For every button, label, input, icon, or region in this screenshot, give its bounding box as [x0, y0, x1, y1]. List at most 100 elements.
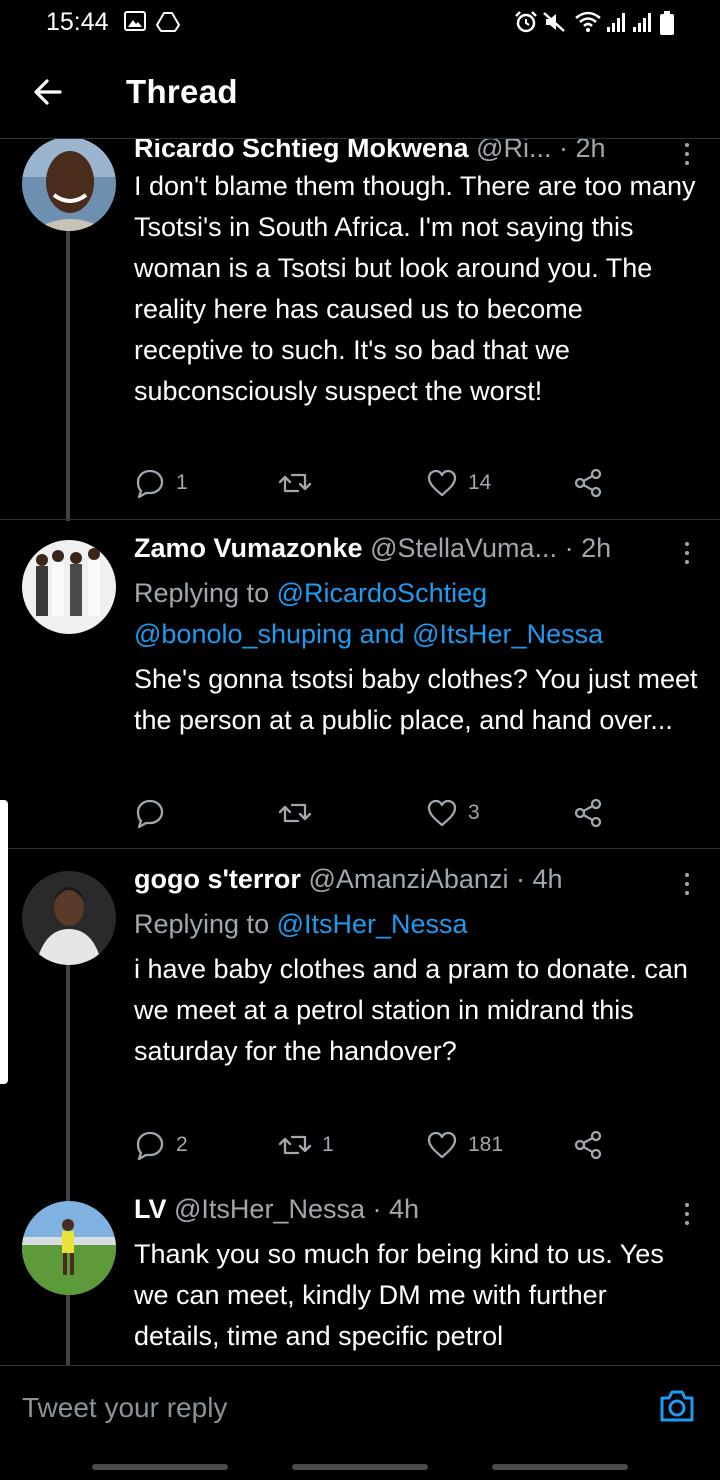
nav-home-button[interactable]: [292, 1464, 428, 1470]
tweet-text: She's gonna tsotsi baby clothes? You jus…: [134, 664, 698, 735]
reply-count: 2: [176, 1133, 188, 1156]
more-options-icon[interactable]: [682, 1203, 692, 1230]
author-handle[interactable]: @Ri...: [476, 139, 551, 163]
avatar[interactable]: [22, 540, 116, 634]
separator-dot: ·: [515, 864, 533, 894]
thread-connector: [66, 1294, 70, 1365]
tweet-header: gogo s'terror @AmanziAbanzi · 4h: [134, 864, 660, 895]
author-name[interactable]: Zamo Vumazonke: [134, 533, 363, 563]
reply-icon: [136, 799, 164, 829]
like-count: 14: [468, 471, 492, 494]
retweet-count: 1: [322, 1133, 334, 1156]
tweet-header: Ricardo Schtieg Mokwena @Ri... · 2h: [134, 139, 660, 164]
mention-link[interactable]: @ItsHer_Nessa: [277, 909, 468, 939]
replying-to: Replying to @ItsHer_Nessa: [134, 904, 680, 945]
author-name[interactable]: gogo s'terror: [134, 864, 301, 894]
top-bar: Thread: [0, 44, 720, 139]
wifi-icon: [575, 11, 601, 32]
thread-feed[interactable]: Ricardo Schtieg Mokwena @Ri... · 2h I do…: [0, 139, 720, 1365]
reply-input[interactable]: Tweet your reply: [22, 1392, 227, 1424]
share-icon: [574, 798, 602, 828]
tweet[interactable]: gogo s'terror @AmanziAbanzi · 4h Replyin…: [0, 861, 720, 1203]
heart-icon: [427, 1131, 457, 1159]
replying-prefix: Replying to: [134, 578, 270, 608]
mention-link[interactable]: @bonolo_shuping and @ItsHer_Nessa: [134, 619, 603, 649]
share-button[interactable]: [572, 1127, 604, 1163]
author-name[interactable]: LV: [134, 1194, 167, 1224]
replying-prefix: Replying to: [134, 909, 270, 939]
camera-icon[interactable]: [658, 1388, 696, 1424]
back-arrow-icon[interactable]: [30, 74, 66, 110]
author-handle[interactable]: @StellaVuma...: [370, 533, 557, 563]
like-button[interactable]: 181: [426, 1127, 503, 1163]
avatar[interactable]: [22, 871, 116, 965]
share-button[interactable]: [572, 465, 604, 501]
status-bar: 15:44: [0, 0, 720, 44]
divider: [0, 519, 720, 520]
separator-dot: ·: [564, 533, 582, 563]
tweet[interactable]: LV @ItsHer_Nessa · 4h Thank you so much …: [0, 1191, 720, 1365]
drive-icon: [156, 12, 180, 32]
avatar[interactable]: [22, 139, 116, 231]
like-button[interactable]: 3: [426, 795, 480, 831]
like-count: 3: [468, 801, 480, 824]
replying-to: Replying to @RicardoSchtieg @bonolo_shup…: [134, 573, 680, 655]
retweet-button[interactable]: [278, 465, 322, 501]
retweet-icon: [278, 1135, 312, 1155]
retweet-icon: [278, 473, 312, 493]
author-handle[interactable]: @AmanziAbanzi: [308, 864, 508, 894]
divider: [0, 848, 720, 849]
more-options-icon[interactable]: [682, 873, 692, 900]
author-name[interactable]: Ricardo Schtieg Mokwena: [134, 139, 469, 163]
tweet[interactable]: Zamo Vumazonke @StellaVuma... · 2h Reply…: [0, 531, 720, 849]
thread-connector: [66, 231, 70, 521]
share-button[interactable]: [572, 795, 604, 831]
heart-icon: [427, 799, 457, 827]
page-title: Thread: [126, 73, 238, 110]
tweet-header: LV @ItsHer_Nessa · 4h: [134, 1194, 660, 1225]
battery-icon: [660, 11, 674, 35]
tweet-time[interactable]: 2h: [576, 139, 606, 163]
author-handle[interactable]: @ItsHer_Nessa: [174, 1194, 365, 1224]
reply-icon: [136, 1131, 164, 1161]
retweet-button[interactable]: 1: [278, 1127, 334, 1163]
nav-recents-button[interactable]: [92, 1464, 228, 1470]
alarm-icon: [515, 11, 537, 33]
like-button[interactable]: 14: [426, 465, 491, 501]
thread-connector: [66, 963, 70, 1203]
mute-icon: [543, 12, 565, 32]
tweet-text: I don't blame them though. There are too…: [134, 171, 696, 406]
heart-icon: [427, 469, 457, 497]
tweet-time[interactable]: 2h: [581, 533, 611, 563]
status-time: 15:44: [46, 8, 109, 36]
tweet-text: Thank you so much for being kind to us. …: [134, 1239, 664, 1351]
reply-button[interactable]: 1: [134, 465, 188, 501]
tweet-actions: 2 1 181: [134, 1127, 614, 1163]
tweet-text: i have baby clothes and a pram to donate…: [134, 954, 688, 1066]
separator-dot: ·: [372, 1194, 389, 1224]
reply-count: 1: [176, 471, 188, 494]
tweet-time[interactable]: 4h: [532, 864, 562, 894]
tweet-time[interactable]: 4h: [389, 1194, 419, 1224]
reply-composer[interactable]: Tweet your reply: [0, 1365, 720, 1447]
tweet-header: Zamo Vumazonke @StellaVuma... · 2h: [134, 533, 660, 564]
edge-panel-handle[interactable]: [0, 800, 8, 1084]
tweet[interactable]: Ricardo Schtieg Mokwena @Ri... · 2h I do…: [0, 139, 720, 532]
signal-icon-1: [607, 13, 625, 32]
nav-back-button[interactable]: [492, 1464, 628, 1470]
share-icon: [574, 468, 602, 498]
separator-dot: ·: [559, 139, 576, 163]
reply-button[interactable]: 2: [134, 1127, 188, 1163]
avatar[interactable]: [22, 1201, 116, 1295]
mention-link[interactable]: @RicardoSchtieg: [277, 578, 488, 608]
tweet-actions: 3: [134, 795, 614, 831]
reply-icon: [136, 469, 164, 499]
retweet-button[interactable]: [278, 795, 322, 831]
tweet-actions: 1 14: [134, 465, 614, 501]
gallery-icon: [124, 11, 146, 31]
share-icon: [574, 1130, 602, 1160]
reply-button[interactable]: [134, 795, 176, 831]
more-options-icon[interactable]: [682, 542, 692, 569]
system-nav-bar: [0, 1444, 720, 1480]
like-count: 181: [468, 1133, 504, 1156]
